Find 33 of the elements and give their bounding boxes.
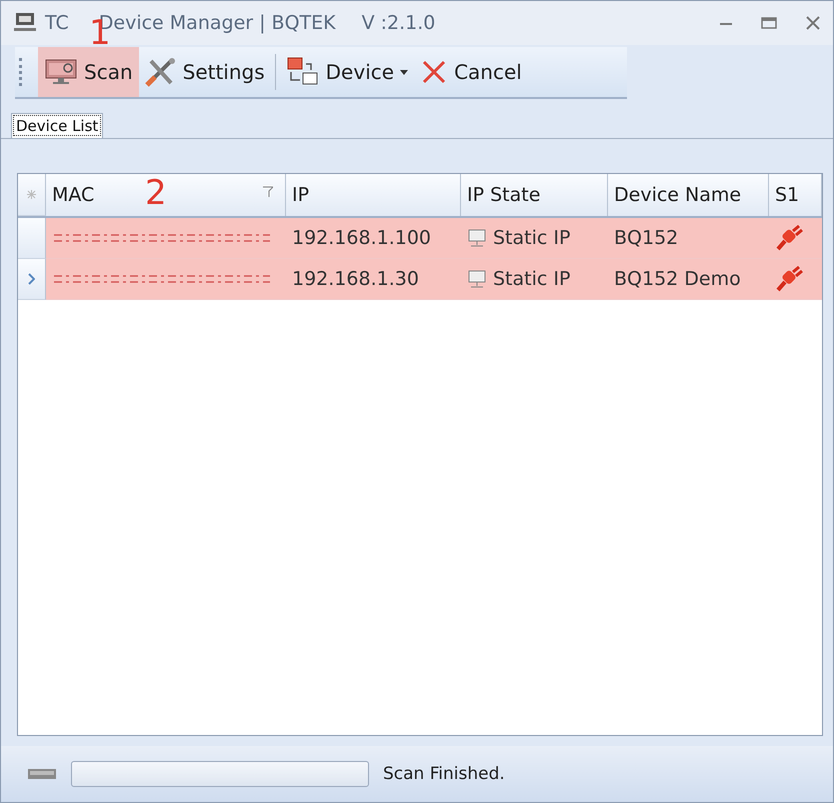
- table-cell: 192.168.1.100: [286, 218, 461, 259]
- table-cell: Static IP: [493, 227, 570, 249]
- table-cell: BQ152: [608, 218, 769, 259]
- table-cell: 192.168.1.30: [286, 259, 461, 300]
- close-icon[interactable]: [805, 15, 821, 31]
- ip-monitor-icon: [467, 228, 487, 248]
- current-row-icon: [28, 273, 35, 285]
- tools-icon: [144, 57, 177, 87]
- filter-icon[interactable]: [263, 186, 273, 198]
- plug-icon: [775, 266, 803, 292]
- status-message: Scan Finished.: [383, 764, 505, 784]
- column-header[interactable]: Device Name: [608, 174, 769, 216]
- device-list-tab[interactable]: Device List: [11, 113, 104, 138]
- device-button[interactable]: Device: [280, 47, 414, 97]
- table-cell: BQ152 Demo: [608, 259, 769, 300]
- ip-monitor-icon: [467, 269, 487, 289]
- network-icon: [13, 12, 37, 34]
- monitor-icon: [44, 58, 78, 86]
- column-header[interactable]: S1: [769, 174, 822, 216]
- version-label: V :2.1.0: [362, 12, 436, 34]
- scan-button[interactable]: Scan: [38, 47, 139, 97]
- maximize-icon[interactable]: [761, 16, 777, 30]
- annotation-number: 2: [145, 176, 167, 210]
- column-header[interactable]: IP State: [461, 174, 608, 216]
- window-title: TC: [45, 12, 69, 34]
- table-cell: Static IP: [493, 268, 570, 290]
- status-indicator-icon: [27, 767, 57, 781]
- row-header[interactable]: [18, 259, 46, 300]
- column-header[interactable]: IP: [286, 174, 461, 216]
- plug-icon: [775, 225, 803, 251]
- settings-button[interactable]: Settings: [138, 47, 271, 97]
- cancel-button[interactable]: Cancel: [414, 47, 528, 97]
- asterisk-icon: [27, 190, 36, 199]
